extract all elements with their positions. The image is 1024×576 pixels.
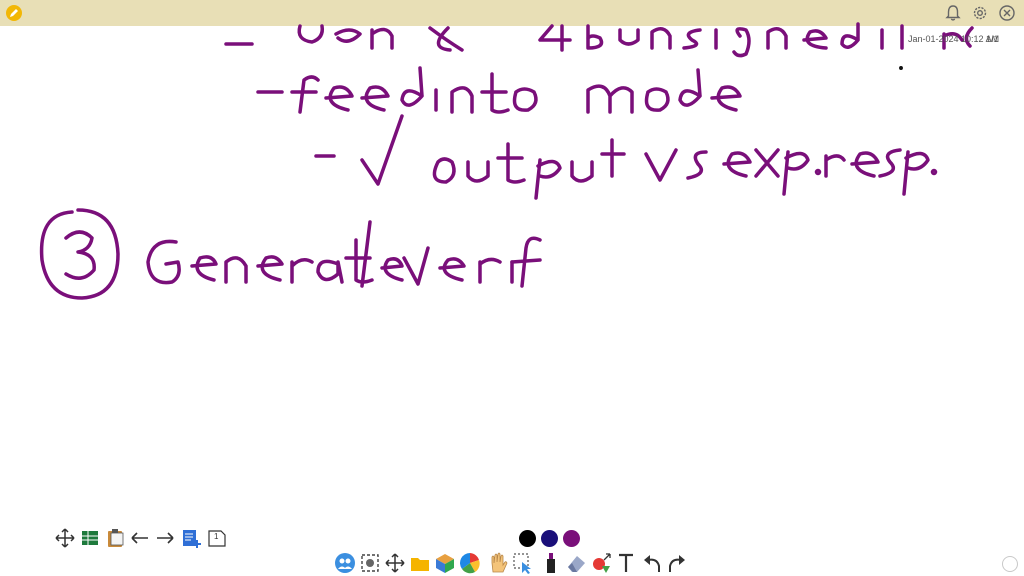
arrow-right-icon[interactable] xyxy=(154,527,176,549)
eraser-icon[interactable] xyxy=(565,552,587,574)
move-icon[interactable] xyxy=(384,552,406,574)
arrow-left-icon[interactable] xyxy=(129,527,151,549)
select-icon[interactable] xyxy=(512,552,534,574)
black-swatch[interactable] xyxy=(519,530,536,547)
screenshot-icon[interactable] xyxy=(359,552,381,574)
page-icon[interactable]: 1 xyxy=(206,527,228,549)
3d-cube-icon[interactable] xyxy=(434,552,456,574)
ink-line-3 xyxy=(314,114,938,200)
page-counter: 1/1 xyxy=(986,34,999,44)
whiteboard-canvas[interactable] xyxy=(0,0,1024,576)
color-wheel-icon[interactable] xyxy=(459,552,481,574)
purple-swatch[interactable] xyxy=(563,530,580,547)
clipboard-icon[interactable] xyxy=(104,527,126,549)
spreadsheet-icon[interactable] xyxy=(79,527,101,549)
undo-icon[interactable] xyxy=(641,552,663,574)
avatar[interactable] xyxy=(1002,556,1018,572)
ink-line-1 xyxy=(224,22,974,58)
users-icon[interactable] xyxy=(334,552,356,574)
hand-icon[interactable] xyxy=(487,552,509,574)
add-page-icon[interactable] xyxy=(180,527,202,549)
folder-icon[interactable] xyxy=(409,552,431,574)
ink-line-2 xyxy=(256,66,742,114)
page-number: 1 xyxy=(214,532,219,541)
marker-icon[interactable] xyxy=(540,552,562,574)
indigo-swatch[interactable] xyxy=(541,530,558,547)
redo-icon[interactable] xyxy=(666,552,688,574)
move-icon[interactable] xyxy=(54,527,76,549)
ink-line-4 xyxy=(39,208,542,300)
shapes-icon[interactable] xyxy=(590,552,612,574)
text-icon[interactable] xyxy=(615,552,637,574)
